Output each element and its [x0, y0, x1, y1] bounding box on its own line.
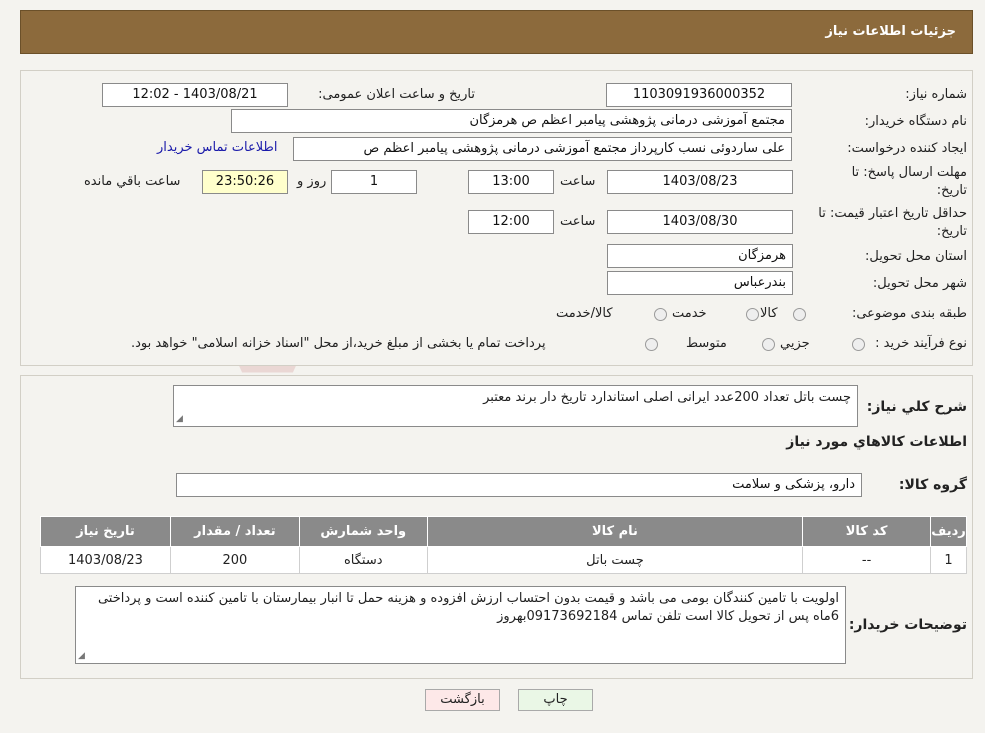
process-checkbox-treasury[interactable] — [645, 338, 658, 351]
process-label: نوع فرآیند خرید : — [875, 336, 967, 351]
table-header-row: ردیف کد کالا نام کالا واحد شمارش تعداد /… — [40, 516, 967, 547]
city-label: شهر محل تحویل: — [872, 276, 967, 291]
cell-qty: 200 — [169, 546, 300, 574]
process-note: پرداخت تمام یا بخشی از مبلغ خرید،از محل … — [131, 336, 546, 351]
validity-date-field: 1403/08/30 — [607, 210, 793, 234]
buyer-notes-text: اولویت با تامین کنندگان بومی می باشد و ق… — [97, 591, 839, 624]
print-button[interactable]: چاپ — [518, 689, 593, 711]
need-number-field: 1103091936000352 — [606, 83, 792, 107]
resize-handle-icon[interactable]: ◢ — [78, 651, 88, 661]
remaining-label: ساعت باقي مانده — [84, 174, 181, 189]
description-textarea[interactable]: چست باتل تعداد 200عدد ایرانی اصلی استاند… — [173, 385, 858, 427]
table-row: 1 -- چست باتل دستگاه 200 1403/08/23 — [40, 546, 967, 574]
cell-name: چست باتل — [426, 546, 804, 574]
page-header: جزئیات اطلاعات نیاز — [20, 10, 973, 54]
province-field: هرمزگان — [607, 244, 793, 268]
description-label: شرح کلي نياز: — [866, 399, 967, 415]
col-name: نام کالا — [426, 516, 804, 547]
deadline-label: مهلت ارسال پاسخ: تا — [851, 165, 967, 180]
cell-index: 1 — [930, 546, 967, 574]
col-code: کد کالا — [802, 516, 932, 547]
need-number-label: شماره نیاز: — [905, 87, 967, 102]
col-unit: واحد شمارش — [298, 516, 428, 547]
deadline-time-field: 13:00 — [468, 170, 554, 194]
creator-label: ایجاد کننده درخواست: — [847, 141, 967, 156]
cell-code: -- — [802, 546, 932, 574]
validity-time-field: 12:00 — [468, 210, 554, 234]
description-text: چست باتل تعداد 200عدد ایرانی اصلی استاند… — [483, 390, 851, 405]
deadline-label-2: تاریخ: — [936, 183, 967, 198]
cell-date: 1403/08/23 — [40, 546, 171, 574]
goods-group-field: دارو، پزشکی و سلامت — [176, 473, 862, 497]
announce-label: تاریخ و ساعت اعلان عمومی: — [318, 87, 475, 102]
category-radio-goods[interactable] — [793, 308, 806, 321]
city-field: بندرعباس — [607, 271, 793, 295]
process-option-medium: متوسط — [686, 336, 727, 351]
page-title: جزئیات اطلاعات نیاز — [825, 24, 956, 39]
days-label: روز و — [297, 174, 327, 189]
col-index: ردیف — [930, 516, 967, 547]
validity-label-2: تاریخ: — [936, 224, 967, 239]
col-qty: تعداد / مقدار — [169, 516, 300, 547]
deadline-date-field: 1403/08/23 — [607, 170, 793, 194]
buyer-org-field: مجتمع آموزشی درمانی پژوهشی پیامبر اعظم ص… — [231, 109, 792, 133]
process-radio-minor[interactable] — [852, 338, 865, 351]
buyer-contact-link[interactable]: اطلاعات تماس خریدار — [157, 140, 277, 155]
province-label: استان محل تحویل: — [865, 249, 967, 264]
back-button[interactable]: بازگشت — [425, 689, 500, 711]
category-option-service: خدمت — [672, 306, 707, 321]
remaining-time-field: 23:50:26 — [202, 170, 288, 194]
goods-section-title: اطلاعات کالاهاي مورد نياز — [786, 434, 967, 450]
days-field: 1 — [331, 170, 417, 194]
cell-unit: دستگاه — [298, 546, 428, 574]
goods-table: ردیف کد کالا نام کالا واحد شمارش تعداد /… — [40, 516, 967, 574]
col-date: تاریخ نیاز — [40, 516, 171, 547]
announce-field: 1403/08/21 - 12:02 — [102, 83, 288, 107]
validity-label: حداقل تاریخ اعتبار قیمت: تا — [818, 206, 967, 221]
category-label: طبقه بندی موضوعی: — [851, 306, 967, 321]
resize-handle-icon[interactable]: ◢ — [176, 414, 186, 424]
buyer-notes-label: توضیحات خریدار: — [848, 617, 967, 633]
deadline-time-label: ساعت — [560, 174, 596, 189]
creator-field: علی ساردوئی نسب کارپرداز مجتمع آموزشی در… — [293, 137, 792, 161]
process-radio-medium[interactable] — [762, 338, 775, 351]
buyer-notes-textarea[interactable]: اولویت با تامین کنندگان بومی می باشد و ق… — [75, 586, 846, 664]
category-radio-both[interactable] — [654, 308, 667, 321]
goods-group-label: گروه کالا: — [898, 477, 967, 493]
category-option-both: کالا/خدمت — [556, 306, 613, 321]
category-radio-service[interactable] — [746, 308, 759, 321]
process-option-minor: جزیي — [780, 336, 810, 351]
buyer-org-label: نام دستگاه خریدار: — [864, 114, 967, 129]
validity-time-label: ساعت — [560, 214, 596, 229]
category-option-goods: کالا — [760, 306, 778, 321]
